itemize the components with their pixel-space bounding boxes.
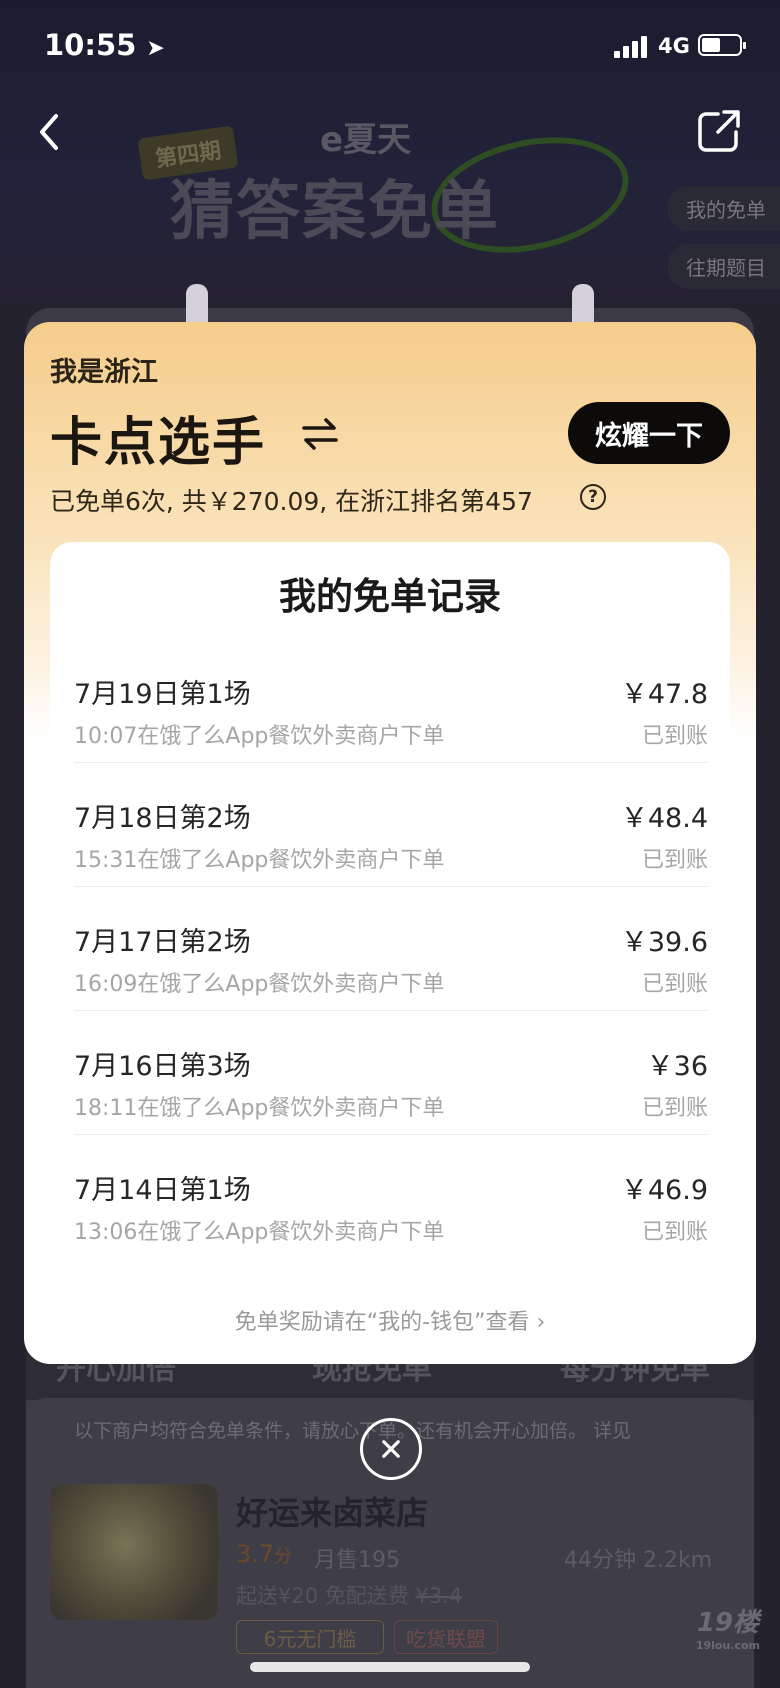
shop-image[interactable] [50,1484,218,1620]
record-status: 已到账 [641,1220,708,1245]
record-amount: ￥46.9 [620,1175,708,1206]
record-status: 已到账 [641,1096,708,1121]
record-amount: ￥47.8 [620,679,708,710]
rating-value: 3.7 [236,1540,275,1568]
record-status: 已到账 [641,848,708,873]
promo-title: 猜答案免单 [170,175,500,249]
record-description: 16:09在饿了么App餐饮外卖商户下单 [74,972,445,997]
brand-label: e夏天 [320,120,412,160]
shop-fee: 起送¥20 免配送费 ¥3.4 [236,1580,462,1610]
record-amount: ￥36 [646,1051,708,1082]
record-status: 已到账 [641,724,708,749]
record-row: 7月19日第1场 ￥47.8 10:07在饿了么App餐饮外卖商户下单 已到账 [74,638,708,762]
share-icon[interactable] [696,108,742,154]
close-icon[interactable] [360,1418,422,1480]
free-order-stats: 已免单6次, 共￥270.09, 在浙江排名第457 [50,487,533,516]
shop-rating: 3.7分 [236,1540,292,1568]
record-row: 7月14日第1场 ￥46.9 13:06在饿了么App餐饮外卖商户下单 已到账 [74,1134,708,1258]
foodie-badge: 吃货联盟 [394,1620,498,1654]
watermark-sub: 19lou.com [695,1639,760,1652]
record-row: 7月18日第2场 ￥48.4 15:31在饿了么App餐饮外卖商户下单 已到账 [74,762,708,886]
row-divider [74,762,708,763]
record-description: 10:07在饿了么App餐饮外卖商户下单 [74,724,445,749]
watermark-text: 19楼 [696,1608,759,1638]
record-amount: ￥39.6 [620,927,708,958]
battery-icon [698,34,746,56]
record-amount: ￥48.4 [620,803,708,834]
record-description: 13:06在饿了么App餐饮外卖商户下单 [74,1220,445,1245]
records-title: 我的免单记录 [279,575,501,618]
record-status: 已到账 [641,972,708,997]
record-date: 7月14日第1场 [74,1175,251,1206]
help-icon[interactable]: ? [580,484,606,510]
location-arrow-icon: ➤ [146,36,165,61]
record-date: 7月18日第2场 [74,803,251,834]
region-label: 我是浙江 [50,357,158,388]
cellular-signal-icon [614,36,647,58]
record-date: 7月17日第2场 [74,927,251,958]
row-divider [74,1134,708,1135]
my-free-orders-link[interactable]: 我的免单 [668,186,780,231]
rating-unit: 分 [274,1546,293,1567]
status-time: 10:55 ➤ [44,28,165,62]
row-divider [74,1010,708,1011]
clock: 10:55 [44,28,137,62]
wallet-link[interactable]: 免单奖励请在“我的-钱包”查看 › [24,1304,756,1336]
past-questions-link[interactable]: 往期题目 [668,244,780,289]
list-notice[interactable]: 以下商户均符合免单条件，请放心下单。还有机会开心加倍。 详见 [74,1416,631,1443]
switch-arrows-icon[interactable] [298,412,342,456]
home-indicator[interactable] [250,1662,530,1672]
old-fee: ¥3.4 [415,1584,463,1608]
record-date: 7月16日第3场 [74,1051,251,1082]
shop-time-distance: 44分钟 2.2km [564,1548,713,1573]
fee-text: 起送¥20 免配送费 [236,1584,409,1608]
back-arrow-icon[interactable] [30,108,70,156]
record-date: 7月19日第1场 [74,679,251,710]
record-row: 7月17日第2场 ￥39.6 16:09在饿了么App餐饮外卖商户下单 已到账 [74,886,708,1010]
coupon-badge: 6元无门槛 [236,1620,384,1654]
shop-name[interactable]: 好运来卤菜店 [236,1488,428,1534]
shop-sales: 月售195 [314,1548,400,1573]
record-description: 15:31在饿了么App餐饮外卖商户下单 [74,848,445,873]
network-type: 4G [658,34,690,58]
record-description: 18:11在饿了么App餐饮外卖商户下单 [74,1096,445,1121]
row-divider [74,886,708,887]
watermark-logo: 19楼 19lou.com [696,1602,760,1652]
show-off-button[interactable]: 炫耀一下 [568,402,730,464]
player-level: 卡点选手 [50,413,267,473]
record-row: 7月16日第3场 ￥36 18:11在饿了么App餐饮外卖商户下单 已到账 [74,1010,708,1134]
